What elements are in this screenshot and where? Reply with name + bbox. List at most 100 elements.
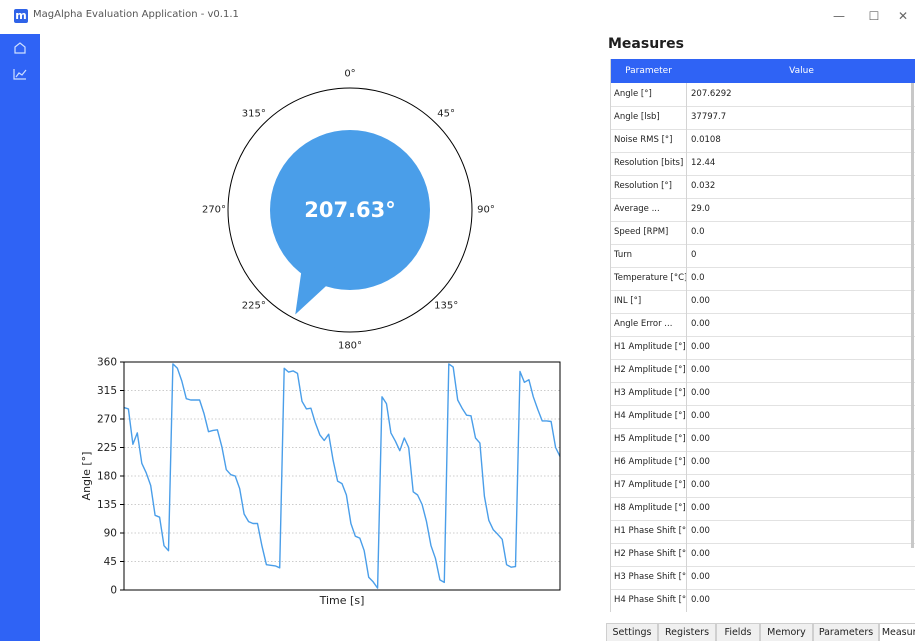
table-scrollbar[interactable] — [911, 83, 914, 548]
table-row[interactable]: Resolution [bits] 12.44 — [610, 152, 915, 176]
row-parameter: H2 Amplitude [°] — [610, 359, 687, 382]
tab-settings[interactable]: Settings — [606, 623, 658, 641]
maximize-button[interactable]: ☐ — [861, 6, 887, 26]
sidebar — [0, 34, 40, 641]
row-value: 0.00 — [691, 434, 710, 444]
close-button[interactable]: ✕ — [890, 6, 915, 26]
row-value: 12.44 — [691, 158, 716, 168]
table-row[interactable]: H2 Amplitude [°] 0.00 — [610, 359, 915, 383]
table-row[interactable]: Speed [RPM] 0.0 — [610, 221, 915, 245]
row-parameter: H4 Phase Shift [°] — [610, 589, 687, 612]
table-row[interactable]: Resolution [°] 0.032 — [610, 175, 915, 199]
row-parameter: Speed [RPM] — [610, 221, 687, 244]
row-parameter: H8 Amplitude [°] — [610, 497, 687, 520]
table-row[interactable]: Average ... 29.0 — [610, 198, 915, 222]
row-value: 0.00 — [691, 365, 710, 375]
table-row[interactable]: H1 Amplitude [°] 0.00 — [610, 336, 915, 360]
row-value: 0.00 — [691, 549, 710, 559]
dial-tick-label: 315° — [241, 108, 266, 120]
row-value: 0.00 — [691, 319, 710, 329]
dial-tick-label: 45° — [437, 108, 456, 120]
row-parameter: Noise RMS [°] — [610, 129, 687, 152]
row-value: 0.0108 — [691, 135, 721, 145]
angle-readout: 207.63° — [304, 198, 396, 222]
row-parameter: H6 Amplitude [°] — [610, 451, 687, 474]
row-parameter: Average ... — [610, 198, 687, 221]
tab-memory[interactable]: Memory — [760, 623, 813, 641]
y-tick-label: 135 — [97, 499, 117, 511]
row-parameter: H3 Phase Shift [°] — [610, 566, 687, 589]
measures-title: Measures — [608, 36, 684, 52]
table-row[interactable]: H3 Amplitude [°] 0.00 — [610, 382, 915, 406]
dial-tick-label: 270° — [201, 204, 227, 216]
table-row[interactable]: H2 Phase Shift [°] 0.00 — [610, 543, 915, 567]
sidebar-item-home[interactable] — [10, 38, 30, 58]
y-tick-label: 45 — [104, 556, 117, 568]
tab-fields[interactable]: Fields — [716, 623, 760, 641]
angle-plot: 0 45 90 135 180 225 270 315 360 Time [s] Angle [°] — [74, 352, 574, 610]
table-row[interactable]: H4 Phase Shift [°] 0.00 — [610, 589, 915, 612]
row-value: 0.00 — [691, 503, 710, 513]
row-parameter: H5 Amplitude [°] — [610, 428, 687, 451]
table-row[interactable]: H4 Amplitude [°] 0.00 — [610, 405, 915, 429]
tab-measure[interactable]: Measure — [879, 623, 915, 641]
row-parameter: Angle Error ... — [610, 313, 687, 336]
row-parameter: H1 Amplitude [°] — [610, 336, 687, 359]
app-logo: m — [14, 9, 28, 23]
row-value: 0.00 — [691, 595, 710, 605]
row-parameter: H2 Phase Shift [°] — [610, 543, 687, 566]
title-bar: m MagAlpha Evaluation Application - v0.1… — [0, 0, 915, 34]
row-value: 0.00 — [691, 388, 710, 398]
table-row[interactable]: H5 Amplitude [°] 0.00 — [610, 428, 915, 452]
table-row[interactable]: Angle [lsb] 37797.7 — [610, 106, 915, 130]
row-parameter: H1 Phase Shift [°] — [610, 520, 687, 543]
row-parameter: H3 Amplitude [°] — [610, 382, 687, 405]
dial-tick-label: 0° — [344, 68, 356, 80]
table-row[interactable]: H7 Amplitude [°] 0.00 — [610, 474, 915, 498]
tab-registers[interactable]: Registers — [658, 623, 716, 641]
table-row[interactable]: H8 Amplitude [°] 0.00 — [610, 497, 915, 521]
minimize-button[interactable]: — — [826, 6, 852, 26]
row-value: 0.032 — [691, 181, 716, 191]
table-row[interactable]: Temperature [°C] 0.0 — [610, 267, 915, 291]
dial-tick-label: 225° — [241, 300, 266, 312]
y-tick-label: 360 — [97, 357, 117, 369]
column-header-value[interactable]: Value — [688, 59, 915, 83]
table-row[interactable]: INL [°] 0.00 — [610, 290, 915, 314]
measures-table: Parameter Value Angle [°] 207.6292 Angle [… — [610, 59, 915, 612]
bottom-tabs: Settings Registers Fields Memory Parameters M… — [606, 623, 915, 641]
y-tick-label: 180 — [97, 471, 117, 483]
row-value: 207.6292 — [691, 89, 732, 99]
table-row[interactable]: Turn 0 — [610, 244, 915, 268]
column-header-parameter[interactable]: Parameter — [610, 59, 687, 83]
table-row[interactable]: H6 Amplitude [°] 0.00 — [610, 451, 915, 475]
row-value: 0.00 — [691, 572, 710, 582]
row-parameter: Angle [°] — [610, 83, 687, 106]
y-tick-label: 0 — [110, 585, 117, 597]
row-value: 0.00 — [691, 411, 710, 421]
row-value: 0.00 — [691, 296, 710, 306]
tab-parameters[interactable]: Parameters — [813, 623, 879, 641]
home-icon — [14, 42, 26, 54]
table-row[interactable]: H3 Phase Shift [°] 0.00 — [610, 566, 915, 590]
row-parameter: Temperature [°C] — [610, 267, 687, 290]
y-tick-label: 225 — [97, 442, 117, 454]
table-row[interactable]: H1 Phase Shift [°] 0.00 — [610, 520, 915, 544]
row-value: 0.00 — [691, 342, 710, 352]
angle-dial: 0° 45° 90° 135° 180° 225° 270° 315° 207.63° — [150, 60, 550, 360]
window-title: MagAlpha Evaluation Application - v0.1.1 — [33, 9, 239, 20]
row-value: 0 — [691, 250, 697, 260]
table-row[interactable]: Angle Error ... 0.00 — [610, 313, 915, 337]
table-row[interactable]: Noise RMS [°] 0.0108 — [610, 129, 915, 153]
row-value: 37797.7 — [691, 112, 727, 122]
row-value: 0.00 — [691, 457, 710, 467]
table-row[interactable]: Angle [°] 207.6292 — [610, 83, 915, 107]
dial-tick-label: 135° — [434, 300, 459, 312]
dial-tick-label: 90° — [477, 204, 495, 216]
row-parameter: INL [°] — [610, 290, 687, 313]
x-axis-label: Time [s] — [319, 594, 365, 607]
row-parameter: H7 Amplitude [°] — [610, 474, 687, 497]
row-value: 29.0 — [691, 204, 710, 214]
sidebar-item-chart[interactable] — [10, 64, 30, 84]
dial-tick-label: 180° — [337, 340, 363, 352]
